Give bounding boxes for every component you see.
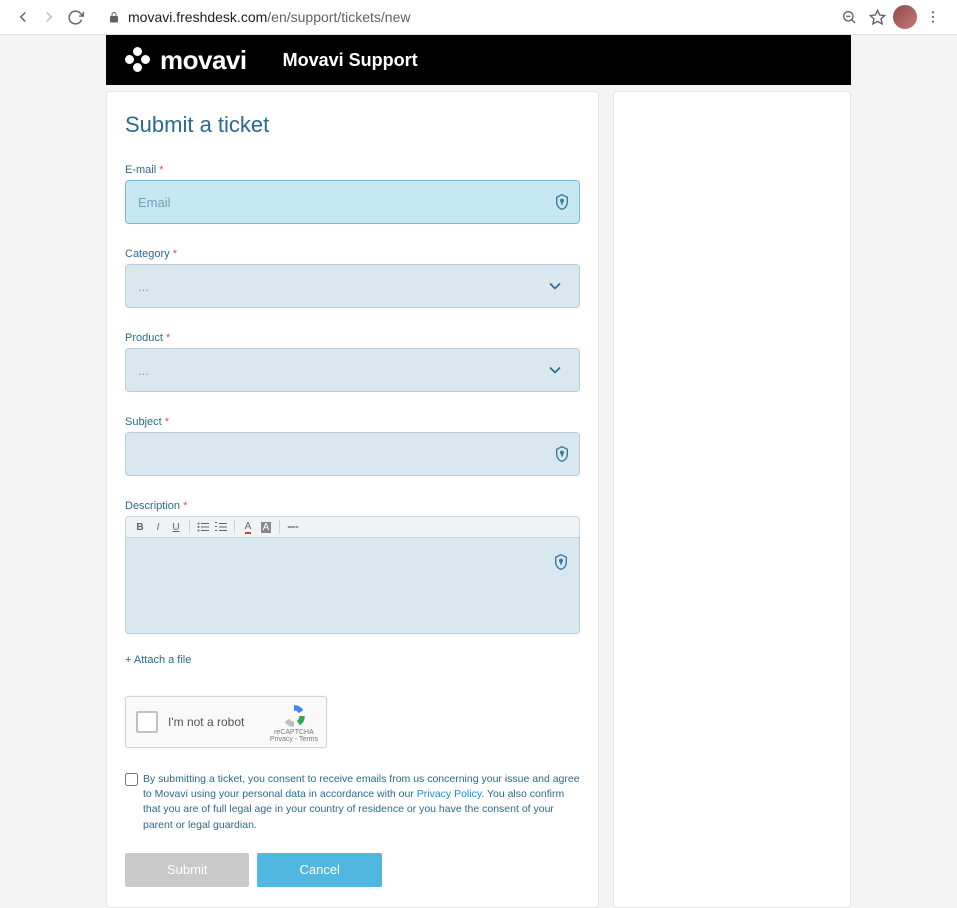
email-label: E-mail * xyxy=(125,164,164,176)
recaptcha-icon xyxy=(281,703,307,729)
text-color-button[interactable]: A xyxy=(240,519,256,535)
url-domain: movavi.freshdesk.com xyxy=(128,9,267,25)
arrow-left-icon xyxy=(14,8,32,26)
subject-field[interactable] xyxy=(125,432,580,476)
browser-toolbar: movavi.freshdesk.com/en/support/tickets/… xyxy=(0,0,957,35)
bookmark-button[interactable] xyxy=(863,3,891,31)
kebab-icon xyxy=(925,9,941,25)
url-path: /en/support/tickets/new xyxy=(267,9,410,25)
logo[interactable]: movavi xyxy=(124,45,247,76)
logo-text: movavi xyxy=(160,45,247,76)
privacy-link[interactable]: Privacy Policy xyxy=(417,788,482,800)
description-field[interactable] xyxy=(125,538,580,634)
product-label: Product * xyxy=(125,332,170,344)
autofill-icon xyxy=(554,193,570,211)
subject-label: Subject * xyxy=(125,416,169,428)
star-icon xyxy=(869,9,886,26)
link-icon xyxy=(286,523,300,531)
main-panel: Submit a ticket E-mail * Category * ... xyxy=(106,91,599,908)
recaptcha-terms[interactable]: Privacy - Terms xyxy=(270,736,318,743)
reload-button[interactable] xyxy=(62,4,88,30)
logo-icon xyxy=(124,46,152,74)
avatar-icon xyxy=(893,5,917,29)
back-button[interactable] xyxy=(10,4,36,30)
toolbar-separator xyxy=(279,520,280,534)
profile-button[interactable] xyxy=(891,3,919,31)
list-ol-button[interactable] xyxy=(213,519,229,535)
underline-button[interactable]: U xyxy=(168,519,184,535)
menu-button[interactable] xyxy=(919,3,947,31)
site-header: movavi Movavi Support xyxy=(106,35,851,85)
consent-checkbox[interactable] xyxy=(125,773,138,786)
recaptcha-label: I'm not a robot xyxy=(168,715,244,729)
zoom-out-icon xyxy=(841,9,857,25)
email-field[interactable] xyxy=(125,180,580,224)
page-title: Submit a ticket xyxy=(125,112,580,138)
editor-toolbar: B I U A A xyxy=(125,516,580,538)
recaptcha-badge: reCAPTCHA Privacy - Terms xyxy=(270,703,318,743)
recaptcha-brand: reCAPTCHA xyxy=(270,729,318,736)
list-ol-icon xyxy=(215,522,227,532)
reload-icon xyxy=(67,9,84,26)
description-label: Description * xyxy=(125,500,187,512)
forward-button[interactable] xyxy=(36,4,62,30)
recaptcha-checkbox[interactable] xyxy=(136,711,158,733)
product-dropdown[interactable]: ... xyxy=(125,348,580,392)
arrow-right-icon xyxy=(40,8,58,26)
autofill-icon xyxy=(553,553,569,571)
italic-button[interactable]: I xyxy=(150,519,166,535)
side-panel xyxy=(613,91,851,908)
autofill-icon xyxy=(554,445,570,463)
chevron-down-icon xyxy=(545,276,565,296)
address-bar[interactable]: movavi.freshdesk.com/en/support/tickets/… xyxy=(98,8,825,26)
recaptcha: I'm not a robot reCAPTCHA Privacy - Term… xyxy=(125,696,327,748)
lock-icon xyxy=(108,11,120,24)
category-dropdown[interactable]: ... xyxy=(125,264,580,308)
link-button[interactable] xyxy=(285,519,301,535)
bold-button[interactable]: B xyxy=(132,519,148,535)
product-selected: ... xyxy=(138,363,149,378)
toolbar-separator xyxy=(189,520,190,534)
category-label: Category * xyxy=(125,248,177,260)
bg-color-button[interactable]: A xyxy=(258,519,274,535)
list-ul-icon xyxy=(197,522,209,532)
zoom-button[interactable] xyxy=(835,3,863,31)
chevron-down-icon xyxy=(545,360,565,380)
category-selected: ... xyxy=(138,279,149,294)
list-ul-button[interactable] xyxy=(195,519,211,535)
toolbar-separator xyxy=(234,520,235,534)
attach-file-link[interactable]: + Attach a file xyxy=(125,654,191,666)
consent-block: By submitting a ticket, you consent to r… xyxy=(125,772,580,833)
header-title: Movavi Support xyxy=(283,50,418,71)
